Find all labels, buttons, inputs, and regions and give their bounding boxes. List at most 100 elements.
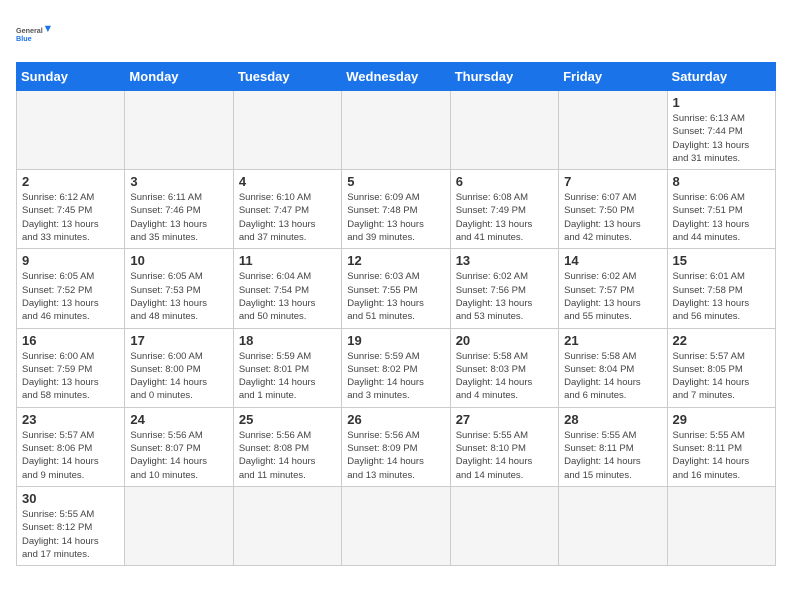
calendar-cell: 15Sunrise: 6:01 AMSunset: 7:58 PMDayligh…: [667, 249, 775, 328]
calendar-cell: 29Sunrise: 5:55 AMSunset: 8:11 PMDayligh…: [667, 407, 775, 486]
day-info: Sunrise: 5:57 AMSunset: 8:05 PMDaylight:…: [673, 350, 770, 403]
day-number: 11: [239, 253, 336, 268]
day-info: Sunrise: 6:04 AMSunset: 7:54 PMDaylight:…: [239, 270, 336, 323]
calendar-cell: 14 Sunrise: 6:02 AMSunset: 7:57 PMDayligh…: [559, 249, 667, 328]
day-info: Sunrise: 6:08 AMSunset: 7:49 PMDaylight:…: [456, 191, 553, 244]
day-info: Sunrise: 5:58 AMSunset: 8:04 PMDaylight:…: [564, 350, 661, 403]
day-number: 13: [456, 253, 553, 268]
day-number: 9: [22, 253, 119, 268]
day-info: Sunrise: 6:02 AMSunset: 7:57 PMDaylight:…: [564, 270, 661, 323]
weekday-header-thursday: Thursday: [450, 63, 558, 91]
day-number: 18: [239, 333, 336, 348]
weekday-header-row: SundayMondayTuesdayWednesdayThursdayFrid…: [17, 63, 776, 91]
day-info: Sunrise: 5:55 AMSunset: 8:11 PMDaylight:…: [673, 429, 770, 482]
day-number: 7: [564, 174, 661, 189]
page-header: General Blue: [16, 16, 776, 52]
calendar-cell: 17 Sunrise: 6:00 AMSunset: 8:00 PMDayligh…: [125, 328, 233, 407]
calendar-cell: [559, 91, 667, 170]
day-number: 6: [456, 174, 553, 189]
day-info: Sunrise: 6:09 AMSunset: 7:48 PMDaylight:…: [347, 191, 444, 244]
calendar-cell: [125, 486, 233, 565]
calendar-cell: 11 Sunrise: 6:04 AMSunset: 7:54 PMDayligh…: [233, 249, 341, 328]
calendar-cell: 5 Sunrise: 6:09 AMSunset: 7:48 PMDaylight…: [342, 170, 450, 249]
weekday-header-sunday: Sunday: [17, 63, 125, 91]
day-number: 1: [673, 95, 770, 110]
weekday-header-friday: Friday: [559, 63, 667, 91]
day-info: Sunrise: 5:56 AMSunset: 8:08 PMDaylight:…: [239, 429, 336, 482]
day-info: Sunrise: 6:05 AMSunset: 7:52 PMDaylight:…: [22, 270, 119, 323]
calendar-cell: 24 Sunrise: 5:56 AMSunset: 8:07 PMDayligh…: [125, 407, 233, 486]
day-number: 21: [564, 333, 661, 348]
day-number: 26: [347, 412, 444, 427]
calendar-cell: [233, 91, 341, 170]
day-number: 20: [456, 333, 553, 348]
calendar-cell: 10Sunrise: 6:05 AMSunset: 7:53 PMDayligh…: [125, 249, 233, 328]
day-number: 10: [130, 253, 227, 268]
calendar-cell: 13Sunrise: 6:02 AMSunset: 7:56 PMDayligh…: [450, 249, 558, 328]
day-number: 30: [22, 491, 119, 506]
calendar-cell: 4Sunrise: 6:10 AMSunset: 7:47 PMDaylight…: [233, 170, 341, 249]
weekday-header-tuesday: Tuesday: [233, 63, 341, 91]
day-number: 23: [22, 412, 119, 427]
day-number: 28: [564, 412, 661, 427]
day-info: Sunrise: 6:03 AMSunset: 7:55 PMDaylight:…: [347, 270, 444, 323]
day-number: 3: [130, 174, 227, 189]
day-number: 27: [456, 412, 553, 427]
day-info: Sunrise: 5:55 AMSunset: 8:11 PMDaylight:…: [564, 429, 661, 482]
calendar-cell: 28 Sunrise: 5:55 AMSunset: 8:11 PMDayligh…: [559, 407, 667, 486]
day-info: Sunrise: 5:55 AMSunset: 8:10 PMDaylight:…: [456, 429, 553, 482]
day-number: 14: [564, 253, 661, 268]
calendar-cell: 19Sunrise: 5:59 AMSunset: 8:02 PMDayligh…: [342, 328, 450, 407]
day-number: 24: [130, 412, 227, 427]
day-number: 8: [673, 174, 770, 189]
calendar-cell: 18 Sunrise: 5:59 AMSunset: 8:01 PMDayligh…: [233, 328, 341, 407]
calendar-row: 30Sunrise: 5:55 AMSunset: 8:12 PMDayligh…: [17, 486, 776, 565]
calendar-row: 16 Sunrise: 6:00 AMSunset: 7:59 PMDayligh…: [17, 328, 776, 407]
calendar-cell: 1Sunrise: 6:13 AMSunset: 7:44 PMDaylight…: [667, 91, 775, 170]
day-number: 17: [130, 333, 227, 348]
day-info: Sunrise: 6:06 AMSunset: 7:51 PMDaylight:…: [673, 191, 770, 244]
calendar-cell: [233, 486, 341, 565]
calendar-row: 9 Sunrise: 6:05 AMSunset: 7:52 PMDaylight…: [17, 249, 776, 328]
day-info: Sunrise: 6:00 AMSunset: 8:00 PMDaylight:…: [130, 350, 227, 403]
day-number: 25: [239, 412, 336, 427]
day-info: Sunrise: 5:56 AMSunset: 8:09 PMDaylight:…: [347, 429, 444, 482]
day-info: Sunrise: 5:59 AMSunset: 8:01 PMDaylight:…: [239, 350, 336, 403]
day-number: 12: [347, 253, 444, 268]
svg-text:Blue: Blue: [16, 34, 32, 43]
calendar-row: 1Sunrise: 6:13 AMSunset: 7:44 PMDaylight…: [17, 91, 776, 170]
day-number: 4: [239, 174, 336, 189]
calendar-cell: 30Sunrise: 5:55 AMSunset: 8:12 PMDayligh…: [17, 486, 125, 565]
calendar-cell: [342, 486, 450, 565]
day-info: Sunrise: 6:07 AMSunset: 7:50 PMDaylight:…: [564, 191, 661, 244]
day-info: Sunrise: 6:01 AMSunset: 7:58 PMDaylight:…: [673, 270, 770, 323]
weekday-header-saturday: Saturday: [667, 63, 775, 91]
calendar-cell: 12 Sunrise: 6:03 AMSunset: 7:55 PMDayligh…: [342, 249, 450, 328]
logo-icon: General Blue: [16, 16, 52, 52]
logo: General Blue: [16, 16, 52, 52]
calendar-cell: 2Sunrise: 6:12 AMSunset: 7:45 PMDaylight…: [17, 170, 125, 249]
calendar-cell: [342, 91, 450, 170]
day-number: 16: [22, 333, 119, 348]
day-info: Sunrise: 5:59 AMSunset: 8:02 PMDaylight:…: [347, 350, 444, 403]
day-info: Sunrise: 6:00 AMSunset: 7:59 PMDaylight:…: [22, 350, 119, 403]
calendar-row: 23 Sunrise: 5:57 AMSunset: 8:06 PMDayligh…: [17, 407, 776, 486]
weekday-header-monday: Monday: [125, 63, 233, 91]
day-number: 22: [673, 333, 770, 348]
calendar-cell: 7 Sunrise: 6:07 AMSunset: 7:50 PMDaylight…: [559, 170, 667, 249]
calendar-cell: 26 Sunrise: 5:56 AMSunset: 8:09 PMDayligh…: [342, 407, 450, 486]
calendar-cell: 20Sunrise: 5:58 AMSunset: 8:03 PMDayligh…: [450, 328, 558, 407]
day-info: Sunrise: 6:11 AMSunset: 7:46 PMDaylight:…: [130, 191, 227, 244]
svg-text:General: General: [16, 26, 43, 35]
calendar-row: 2Sunrise: 6:12 AMSunset: 7:45 PMDaylight…: [17, 170, 776, 249]
calendar-cell: [450, 486, 558, 565]
calendar-cell: 22 Sunrise: 5:57 AMSunset: 8:05 PMDayligh…: [667, 328, 775, 407]
calendar-cell: 3 Sunrise: 6:11 AMSunset: 7:46 PMDaylight…: [125, 170, 233, 249]
calendar-cell: 9 Sunrise: 6:05 AMSunset: 7:52 PMDaylight…: [17, 249, 125, 328]
calendar-cell: [559, 486, 667, 565]
day-info: Sunrise: 5:57 AMSunset: 8:06 PMDaylight:…: [22, 429, 119, 482]
day-number: 5: [347, 174, 444, 189]
calendar-cell: [667, 486, 775, 565]
calendar-cell: 21 Sunrise: 5:58 AMSunset: 8:04 PMDayligh…: [559, 328, 667, 407]
day-info: Sunrise: 5:56 AMSunset: 8:07 PMDaylight:…: [130, 429, 227, 482]
